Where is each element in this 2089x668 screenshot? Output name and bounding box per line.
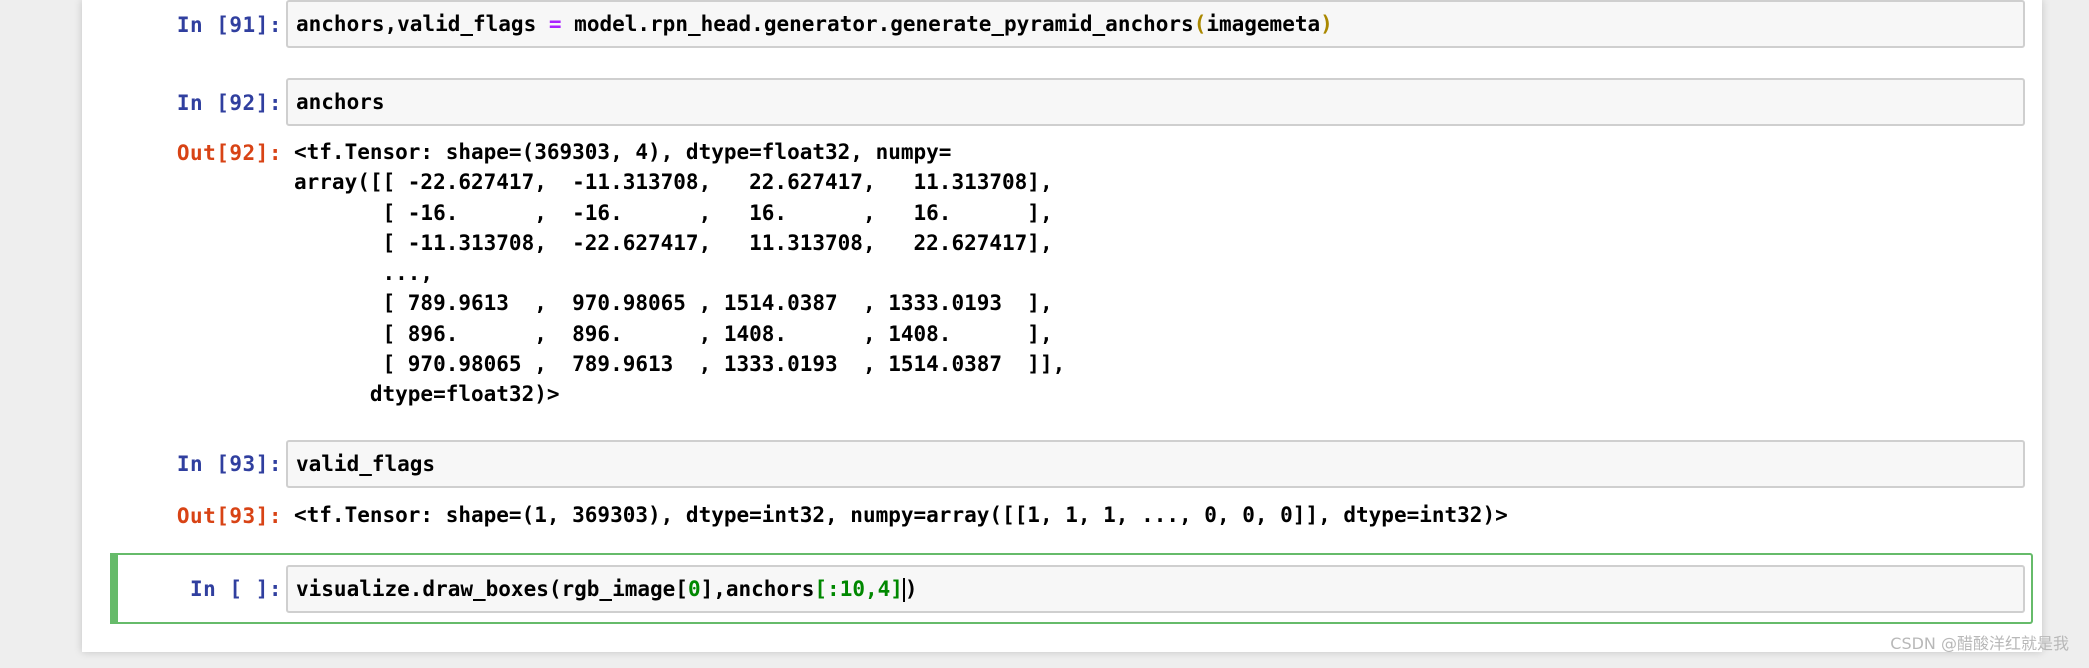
code-input[interactable]: valid_flags: [286, 440, 2025, 488]
watermark: CSDN @醋酸洋红就是我: [1890, 634, 2069, 653]
notebook-container: In [91]: anchors,valid_flags = model.rpn…: [82, 0, 2042, 652]
code-cell-91[interactable]: In [91]: anchors,valid_flags = model.rpn…: [82, 0, 2042, 60]
in-prompt: In [92]:: [176, 91, 282, 115]
cell-output: <tf.Tensor: shape=(369303, 4), dtype=flo…: [294, 140, 1066, 407]
code-text: anchors,valid_flags = model.rpn_head.gen…: [296, 12, 1333, 36]
out-prompt: Out[93]:: [176, 504, 282, 528]
cell-output: <tf.Tensor: shape=(1, 369303), dtype=int…: [294, 503, 1508, 527]
code-input-active[interactable]: visualize.draw_boxes(rgb_image[0],anchor…: [286, 565, 2025, 613]
code-input[interactable]: anchors,valid_flags = model.rpn_head.gen…: [286, 0, 2025, 48]
code-input[interactable]: anchors: [286, 78, 2025, 126]
in-prompt: In [91]:: [176, 13, 282, 37]
code-text: anchors: [296, 90, 385, 114]
code-text: visualize.draw_boxes(rgb_image[0],anchor…: [296, 577, 918, 602]
out-prompt: Out[92]:: [176, 141, 282, 165]
code-text: valid_flags: [296, 452, 436, 476]
in-prompt: In [93]:: [176, 452, 282, 476]
in-prompt: In [ ]:: [189, 577, 282, 601]
